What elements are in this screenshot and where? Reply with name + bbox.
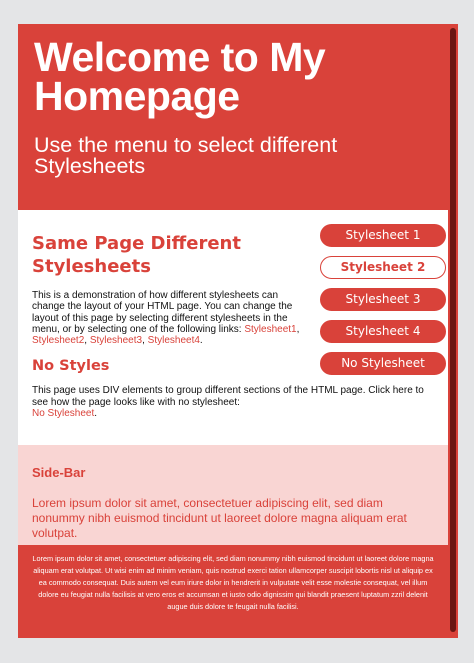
stylesheet-menu: Stylesheet 1 Stylesheet 2 Stylesheet 3 S… (320, 224, 446, 384)
stylesheet-1-button[interactable]: Stylesheet 1 (320, 224, 446, 247)
no-stylesheet-link[interactable]: No Stylesheet (32, 408, 94, 419)
main-heading: Same Page Different Stylesheets (32, 233, 241, 277)
page-subtitle: Use the menu to select different Stylesh… (34, 133, 338, 178)
stylesheet3-link[interactable]: Stylesheet3 (90, 335, 142, 346)
stylesheet-3-button[interactable]: Stylesheet 3 (320, 288, 446, 311)
vertical-scrollbar[interactable] (448, 24, 458, 638)
page-header: Welcome to My Homepage Use the menu to s… (18, 24, 448, 210)
no-styles-text: This page uses DIV elements to group dif… (32, 385, 424, 408)
web-page: Welcome to My Homepage Use the menu to s… (18, 24, 458, 638)
page-title: Welcome to My Homepage (34, 34, 326, 119)
main-intro: This is a demonstration of how different… (32, 290, 312, 346)
stylesheet1-link[interactable]: Stylesheet1 (244, 324, 296, 335)
content-section: Same Page Different Stylesheets This is … (18, 210, 448, 445)
scrollbar-thumb[interactable] (450, 28, 456, 632)
stylesheet-2-button[interactable]: Stylesheet 2 (320, 256, 446, 279)
sidebar-text: Lorem ipsum dolor sit amet, consectetuer… (32, 496, 407, 540)
end-punctuation: . (199, 335, 203, 347)
stylesheet-4-button[interactable]: Stylesheet 4 (320, 320, 446, 343)
no-stylesheet-button[interactable]: No Stylesheet (320, 352, 446, 375)
end-punctuation: . (94, 408, 98, 420)
main-section: Same Page Different Stylesheets This is … (32, 232, 312, 346)
page-footer: Lorem ipsum dolor sit amet, consectetuer… (18, 545, 448, 638)
sidebar-heading: Side-Bar (32, 465, 86, 480)
no-styles-paragraph: This page uses DIV elements to group dif… (32, 385, 442, 419)
stylesheet2-link[interactable]: Stylesheet2 (32, 335, 84, 346)
footer-text: Lorem ipsum dolor sit amet, consectetuer… (32, 554, 434, 611)
link-separator: , (296, 323, 300, 335)
stylesheet4-link[interactable]: Stylesheet4 (148, 335, 200, 346)
side-bar: Side-Bar Lorem ipsum dolor sit amet, con… (18, 445, 448, 545)
